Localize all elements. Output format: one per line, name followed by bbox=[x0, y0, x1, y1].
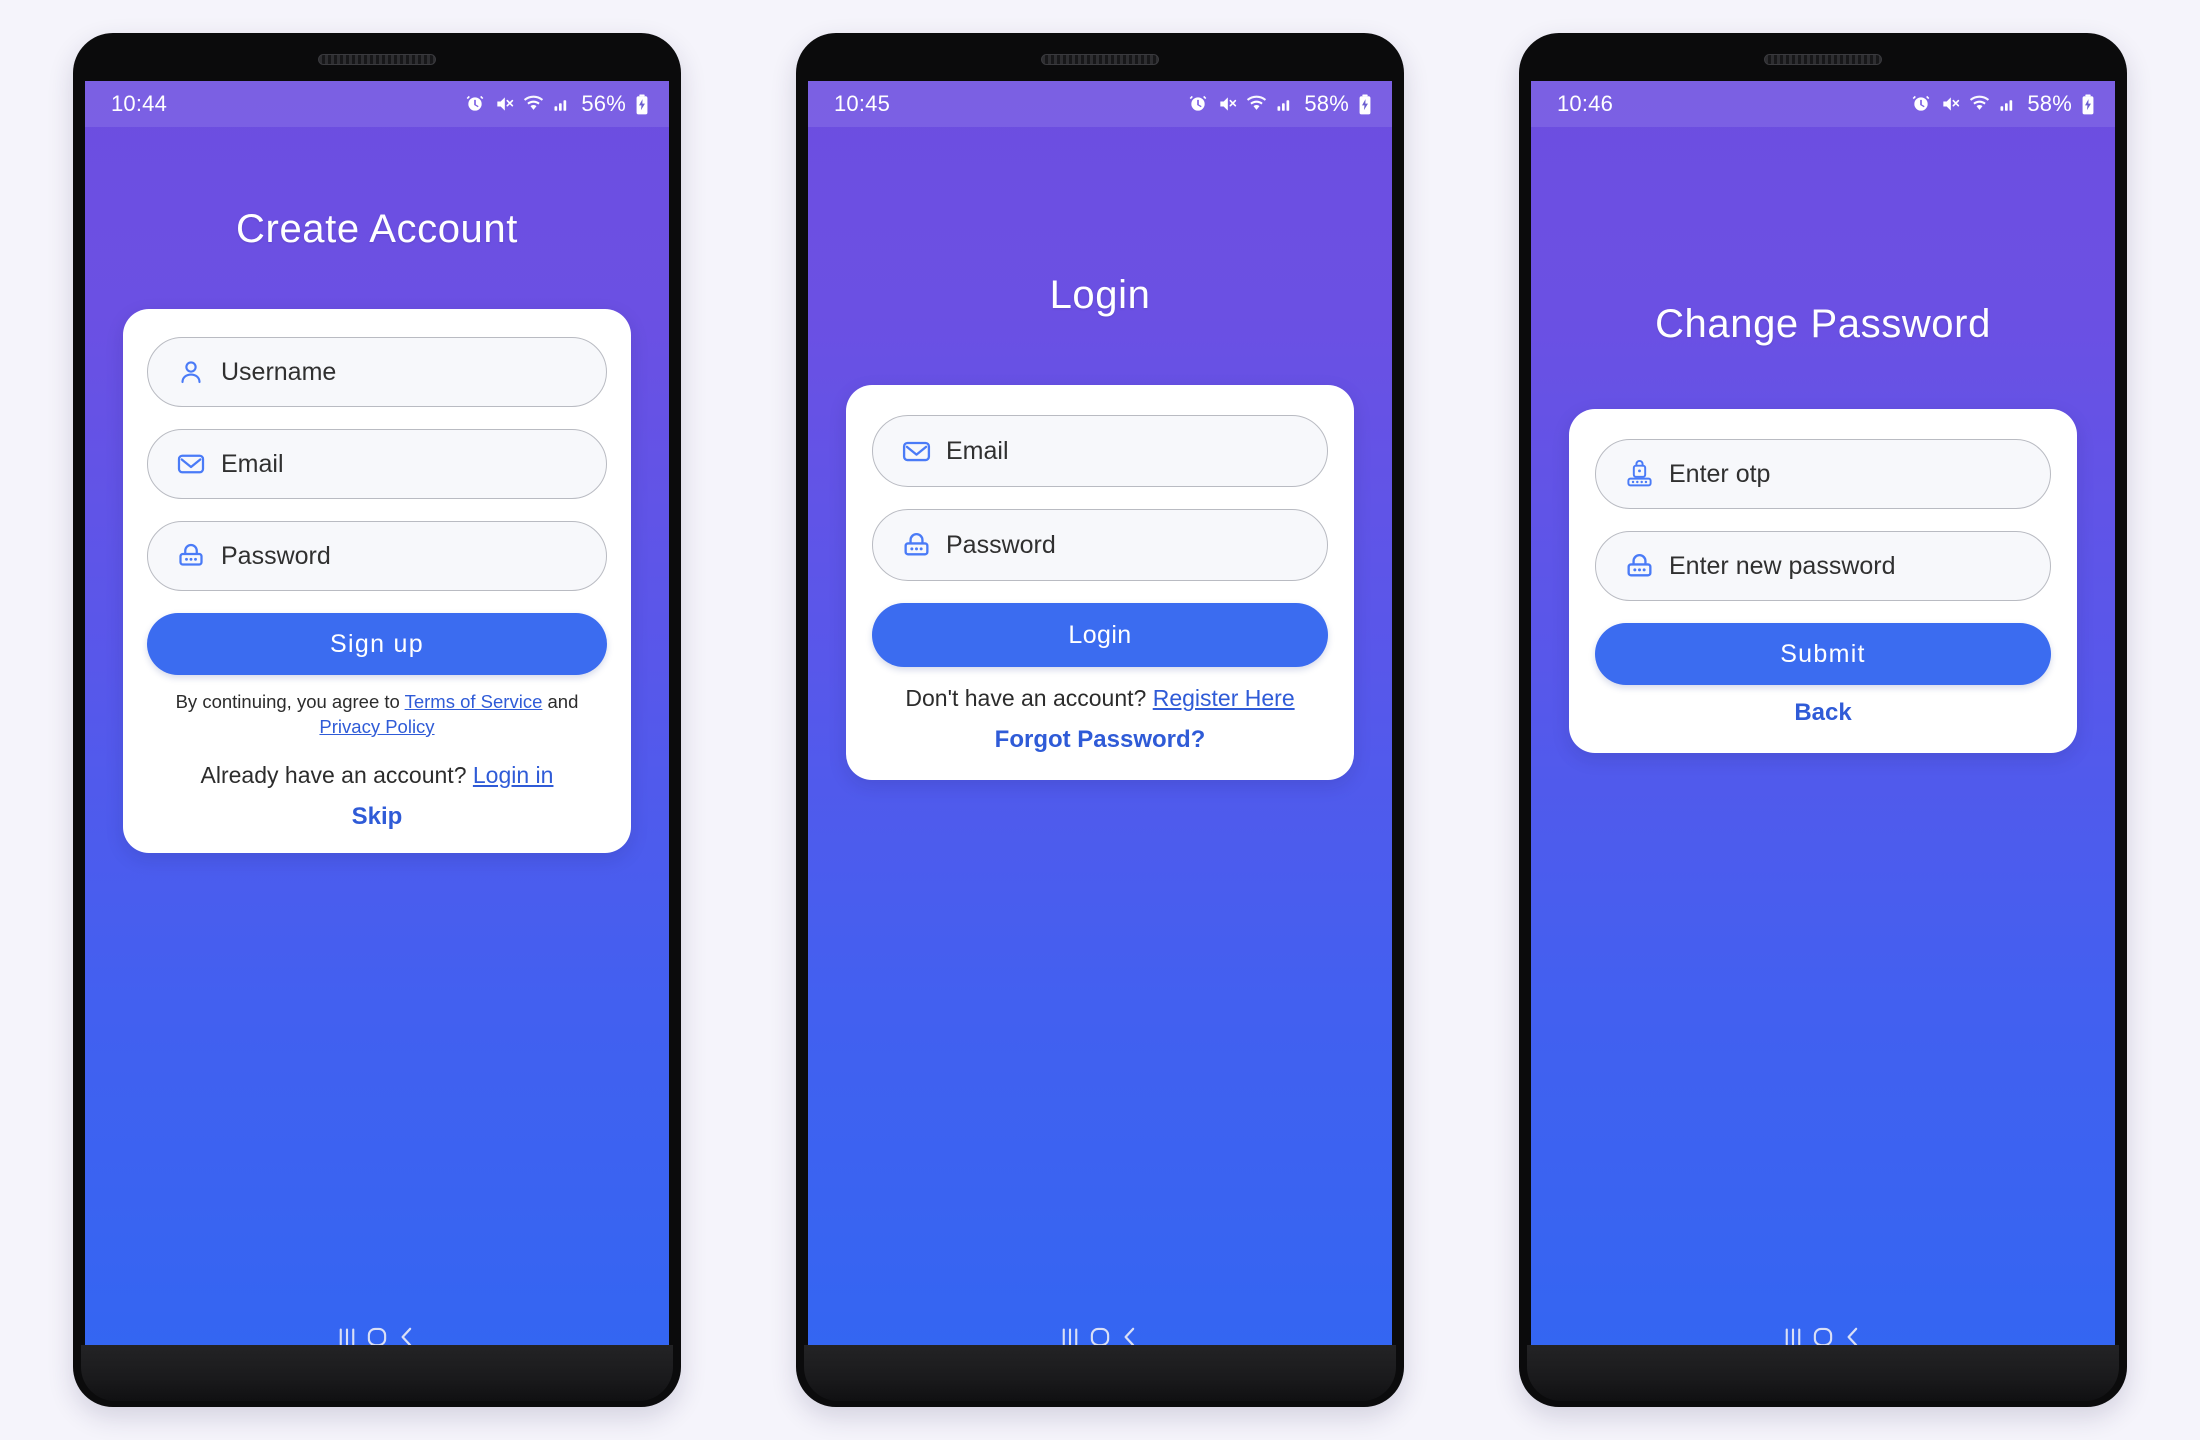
alarm-icon bbox=[467, 95, 484, 111]
battery-percent: 58% bbox=[1304, 91, 1349, 116]
alarm-icon bbox=[1190, 95, 1207, 111]
field-email-placeholder: Email bbox=[946, 436, 1009, 465]
field-email[interactable]: Email bbox=[872, 415, 1328, 487]
skip-link[interactable]: Skip bbox=[147, 803, 607, 831]
lock-icon bbox=[899, 528, 933, 562]
android-nav-bar bbox=[1732, 1303, 1914, 1371]
field-username-placeholder: Username bbox=[221, 357, 337, 386]
status-bar: 10:45 58% bbox=[808, 81, 1392, 127]
privacy-policy-link[interactable]: Privacy Policy bbox=[319, 716, 434, 737]
screen-change-password: 10:46 58% Change Password Enter otp Ente… bbox=[1531, 81, 2115, 1371]
change-password-card: Enter otp Enter new password Submit Back bbox=[1569, 409, 2077, 753]
phone-change-password: 10:46 58% Change Password Enter otp Ente… bbox=[1519, 33, 2127, 1407]
screen-body: Login Email Password Login Don't have an… bbox=[808, 127, 1392, 1371]
wifi-icon bbox=[524, 95, 544, 110]
speaker-grille-icon bbox=[1041, 54, 1159, 65]
lock-icon bbox=[1622, 549, 1656, 583]
wifi-icon bbox=[1970, 95, 1990, 110]
speaker-grille-icon bbox=[1764, 54, 1882, 65]
battery-percent: 58% bbox=[2027, 91, 2072, 116]
signal-icon bbox=[1277, 100, 1290, 111]
recents-icon[interactable] bbox=[332, 1322, 362, 1352]
wifi-icon bbox=[1247, 95, 1267, 110]
register-here-link[interactable]: Register Here bbox=[1153, 685, 1295, 711]
screen-create-account: 10:44 56% Create Account Username Email … bbox=[85, 81, 669, 1371]
register-prompt: Don't have an account? Register Here bbox=[872, 685, 1328, 712]
field-password[interactable]: Password bbox=[147, 521, 607, 591]
login-card: Email Password Login Don't have an accou… bbox=[846, 385, 1354, 780]
field-username[interactable]: Username bbox=[147, 337, 607, 407]
envelope-icon bbox=[899, 434, 933, 468]
page-title: Login bbox=[1049, 273, 1151, 317]
status-time: 10:44 bbox=[111, 91, 168, 116]
mute-icon bbox=[1943, 97, 1960, 111]
battery-charging-icon bbox=[2082, 93, 2094, 114]
status-time: 10:45 bbox=[834, 91, 891, 116]
screen-body: Change Password Enter otp Enter new pass… bbox=[1531, 127, 2115, 1371]
field-password-placeholder: Password bbox=[946, 530, 1056, 559]
back-link[interactable]: Back bbox=[1595, 699, 2051, 727]
field-email-placeholder: Email bbox=[221, 449, 284, 478]
phone-create-account: 10:44 56% Create Account Username Email … bbox=[73, 33, 681, 1407]
field-password[interactable]: Password bbox=[872, 509, 1328, 581]
back-icon[interactable] bbox=[1838, 1322, 1868, 1352]
signup-card: Username Email Password Sign up By conti… bbox=[123, 309, 631, 853]
signal-icon bbox=[2000, 100, 2013, 111]
status-time: 10:46 bbox=[1557, 91, 1614, 116]
battery-percent: 56% bbox=[581, 91, 626, 116]
register-prefix: Don't have an account? bbox=[905, 685, 1153, 711]
signup-button[interactable]: Sign up bbox=[147, 613, 607, 675]
legal-prefix: By continuing, you agree to bbox=[175, 691, 405, 712]
forgot-password-link[interactable]: Forgot Password? bbox=[872, 726, 1328, 754]
mute-icon bbox=[497, 97, 514, 111]
speaker-grille-icon bbox=[318, 54, 436, 65]
home-icon[interactable] bbox=[1808, 1322, 1838, 1352]
otp-lock-icon bbox=[1622, 457, 1656, 491]
already-have-account-text: Already have an account? Login in bbox=[147, 762, 607, 789]
mute-icon bbox=[1220, 97, 1237, 111]
recents-icon[interactable] bbox=[1778, 1322, 1808, 1352]
home-icon[interactable] bbox=[1085, 1322, 1115, 1352]
lock-icon bbox=[174, 539, 208, 573]
signal-icon bbox=[554, 100, 567, 111]
android-nav-bar bbox=[1009, 1303, 1191, 1371]
screen-body: Create Account Username Email Password S… bbox=[85, 127, 669, 1371]
back-icon[interactable] bbox=[392, 1322, 422, 1352]
status-bar: 10:44 56% bbox=[85, 81, 669, 127]
alarm-icon bbox=[1913, 95, 1930, 111]
battery-charging-icon bbox=[636, 93, 648, 114]
recents-icon[interactable] bbox=[1055, 1322, 1085, 1352]
status-bar: 10:46 58% bbox=[1531, 81, 2115, 127]
status-icons: 58% bbox=[1188, 91, 1372, 117]
home-icon[interactable] bbox=[362, 1322, 392, 1352]
screen-login: 10:45 58% Login Email Password Login Don… bbox=[808, 81, 1392, 1371]
phone-login: 10:45 58% Login Email Password Login Don… bbox=[796, 33, 1404, 1407]
envelope-icon bbox=[174, 447, 208, 481]
submit-button[interactable]: Submit bbox=[1595, 623, 2051, 685]
terms-of-service-link[interactable]: Terms of Service bbox=[405, 691, 543, 712]
field-password-placeholder: Password bbox=[221, 541, 331, 570]
user-icon bbox=[174, 355, 208, 389]
status-icons: 58% bbox=[1911, 91, 2095, 117]
field-new-password-placeholder: Enter new password bbox=[1669, 551, 1896, 580]
back-icon[interactable] bbox=[1115, 1322, 1145, 1352]
battery-charging-icon bbox=[1359, 93, 1371, 114]
login-button[interactable]: Login bbox=[872, 603, 1328, 667]
legal-middle: and bbox=[542, 691, 579, 712]
field-otp[interactable]: Enter otp bbox=[1595, 439, 2051, 509]
android-nav-bar bbox=[286, 1303, 468, 1371]
legal-text: By continuing, you agree to Terms of Ser… bbox=[147, 690, 607, 740]
field-email[interactable]: Email bbox=[147, 429, 607, 499]
phone-mockup-stage: 10:44 56% Create Account Username Email … bbox=[0, 0, 2200, 1440]
have-account-prefix: Already have an account? bbox=[200, 761, 473, 788]
page-title: Change Password bbox=[1655, 302, 1991, 346]
status-icons: 56% bbox=[465, 91, 649, 117]
field-otp-placeholder: Enter otp bbox=[1669, 459, 1771, 488]
login-in-link[interactable]: Login in bbox=[473, 762, 554, 788]
page-title: Create Account bbox=[236, 207, 518, 251]
field-new-password[interactable]: Enter new password bbox=[1595, 531, 2051, 601]
